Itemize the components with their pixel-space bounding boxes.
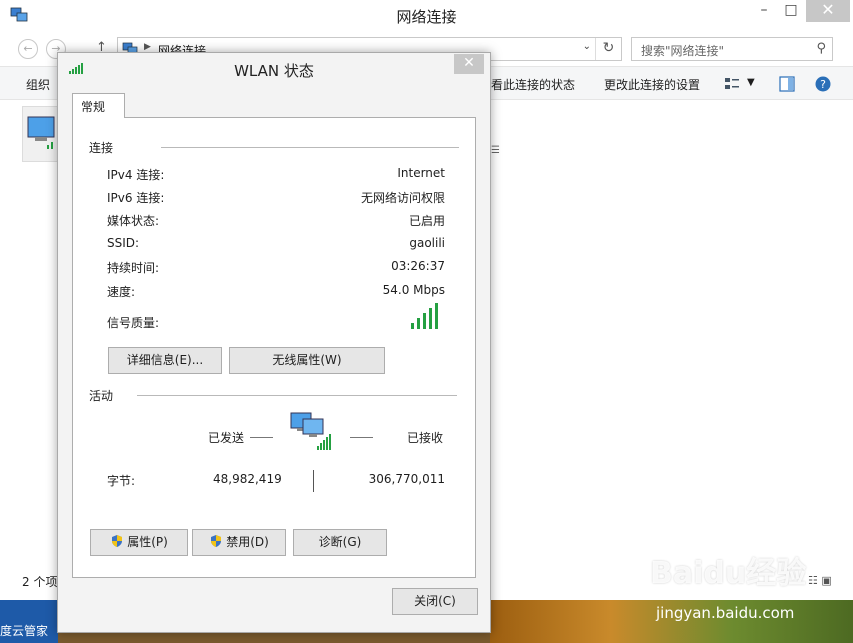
wlan-status-dialog: WLAN 状态 ✕ 常规 连接 IPv4 连接: Internet IPv6 连… xyxy=(57,52,491,633)
connection-divider xyxy=(161,147,459,148)
ipv4-value: Internet xyxy=(397,166,445,180)
ipv6-label: IPv6 连接: xyxy=(107,191,165,205)
properties-button[interactable]: 属性(P) xyxy=(90,529,188,556)
activity-section-label: 活动 xyxy=(89,387,120,404)
search-input[interactable]: 搜索"网络连接" ⚲ xyxy=(631,37,833,61)
item-count: 2 个项 xyxy=(22,575,58,589)
dialog-titlebar: WLAN 状态 ✕ xyxy=(58,53,490,83)
sent-line xyxy=(250,437,273,438)
bytes-label: 字节: xyxy=(107,474,136,488)
second-item-fragment: ☰ xyxy=(491,145,500,156)
close-button[interactable]: 关闭(C) xyxy=(392,588,478,615)
disable-button-label: 禁用(D) xyxy=(226,535,269,549)
disable-button[interactable]: 禁用(D) xyxy=(192,529,286,556)
media-state-value: 已启用 xyxy=(408,214,445,228)
explorer-title: 网络连接 xyxy=(396,8,457,26)
view-status-button[interactable]: 看此连接的状态 xyxy=(491,76,575,93)
ipv4-label: IPv4 连接: xyxy=(107,168,165,182)
received-label: 已接收 xyxy=(407,431,444,445)
general-tab-panel: 连接 IPv4 连接: Internet IPv6 连接: 无网络访问权限 媒体… xyxy=(72,117,476,578)
back-button[interactable]: ← xyxy=(18,39,38,59)
connection-section-label: 连接 xyxy=(89,139,120,156)
shield-icon xyxy=(112,535,123,547)
duration-label: 持续时间: xyxy=(107,261,160,275)
ssid-label: SSID: xyxy=(107,236,140,250)
ipv6-value: 无网络访问权限 xyxy=(360,191,445,205)
breadcrumb-arrow-icon[interactable]: ▶ xyxy=(144,42,151,52)
signal-bar xyxy=(429,308,432,329)
speed-label: 速度: xyxy=(107,285,136,299)
activity-divider xyxy=(137,395,457,396)
svg-text:?: ? xyxy=(820,78,826,91)
organize-menu[interactable]: 组织 xyxy=(26,76,50,93)
properties-button-label: 属性(P) xyxy=(127,535,168,549)
search-icon[interactable]: ⚲ xyxy=(816,41,826,56)
details-button[interactable]: 详细信息(E)... xyxy=(108,347,222,374)
watermark-url: jingyan.baidu.com xyxy=(656,604,795,622)
speed-value: 54.0 Mbps xyxy=(382,283,445,297)
shield-icon xyxy=(211,535,222,547)
signal-bar xyxy=(435,303,438,329)
minimize-button[interactable]: – xyxy=(750,0,778,22)
signal-strength-icon xyxy=(411,303,443,329)
signal-bar xyxy=(423,313,426,329)
bytes-sent-value: 48,982,419 xyxy=(213,472,282,486)
preview-pane-icon[interactable] xyxy=(778,75,796,93)
view-dropdown-icon[interactable]: ▼ xyxy=(747,77,755,88)
dialog-title: WLAN 状态 xyxy=(234,62,314,80)
dialog-close-icon[interactable]: ✕ xyxy=(454,54,484,74)
signal-bar xyxy=(417,318,420,329)
maximize-button[interactable]: □ xyxy=(777,0,805,22)
baidu-watermark: Baidu经验 xyxy=(650,556,807,591)
details-view-icon[interactable]: ☷ ▣ xyxy=(808,574,832,587)
signal-bar xyxy=(411,323,414,329)
help-icon[interactable]: ? xyxy=(814,75,832,93)
diagnose-button[interactable]: 诊断(G) xyxy=(293,529,387,556)
bytes-separator xyxy=(313,470,314,492)
media-state-label: 媒体状态: xyxy=(107,214,160,228)
view-options-icon[interactable] xyxy=(723,75,741,93)
chevron-down-icon[interactable]: ⌄ xyxy=(583,41,591,52)
explorer-titlebar: 网络连接 – □ ✕ xyxy=(0,0,853,32)
tab-general[interactable]: 常规 xyxy=(72,93,125,118)
bytes-received-value: 306,770,011 xyxy=(368,472,445,486)
ssid-value: gaolili xyxy=(409,236,445,250)
desktop-app-tile[interactable]: 度云管家 xyxy=(0,600,58,643)
received-line xyxy=(350,437,373,438)
wireless-properties-button[interactable]: 无线属性(W) xyxy=(229,347,385,374)
refresh-icon[interactable]: ↻ xyxy=(595,38,621,60)
search-placeholder: 搜索"网络连接" xyxy=(641,44,725,58)
signal-quality-label: 信号质量: xyxy=(107,316,160,330)
desktop-app-label: 度云管家 xyxy=(0,624,49,638)
sent-label: 已发送 xyxy=(208,431,245,445)
close-window-button[interactable]: ✕ xyxy=(806,0,850,22)
change-settings-button[interactable]: 更改此连接的设置 xyxy=(604,76,700,93)
duration-value: 03:26:37 xyxy=(391,259,445,273)
network-activity-icon xyxy=(290,412,331,450)
